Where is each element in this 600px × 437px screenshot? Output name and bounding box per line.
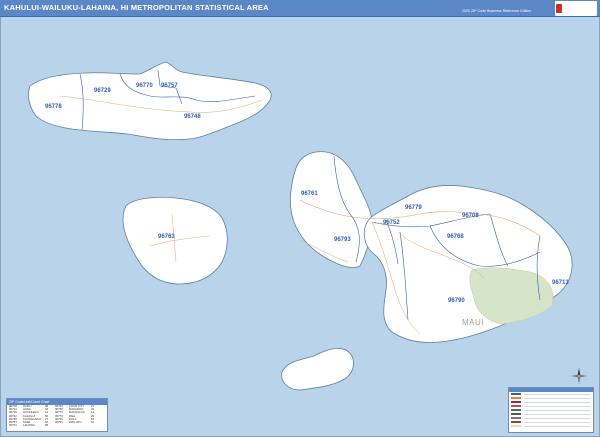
edition-text: 2020 ZIP Code Business Reference Edition xyxy=(462,9,532,13)
zip-label: 96748 xyxy=(184,114,201,120)
map-title: KAHULUI-WAILUKU-LAHAINA, HI METROPOLITAN… xyxy=(4,3,269,12)
legend-text-line xyxy=(524,405,591,407)
legend-swatch xyxy=(511,413,521,415)
table-row: 96761 LAHAINA 58 xyxy=(7,424,107,427)
legend-swatch xyxy=(511,397,521,399)
table-cell: 96761 xyxy=(9,423,17,428)
zip-label: 96779 xyxy=(405,205,422,211)
table-cell xyxy=(55,424,69,427)
legend-text-line xyxy=(524,393,591,395)
zip-label: 96708 xyxy=(462,213,479,219)
legend-swatch xyxy=(511,393,521,395)
zip-label: 96761 xyxy=(301,191,318,197)
legend-text-line xyxy=(524,397,591,399)
island-kahoolawe xyxy=(281,348,354,391)
legend-row xyxy=(509,424,593,428)
island-label-maui: MAUI xyxy=(462,318,484,327)
publisher-logo[interactable] xyxy=(555,1,597,16)
zip-label: 96757 xyxy=(161,83,178,89)
map-legend xyxy=(508,387,594,433)
zip-label: 96770 xyxy=(136,83,153,89)
legend-swatch xyxy=(511,425,521,427)
zip-label: 96790 xyxy=(448,298,465,304)
zip-label: 96752 xyxy=(383,220,400,226)
island-maui-west xyxy=(290,151,373,268)
north-arrow-icon xyxy=(571,368,587,384)
logo-mark-icon xyxy=(556,4,562,13)
legend-text-line xyxy=(524,409,591,411)
table-cell: 58 xyxy=(45,423,49,428)
legend-text-line xyxy=(524,417,591,419)
legend-text-line xyxy=(524,401,591,403)
zip-label: 96729 xyxy=(94,88,111,94)
legend-text-line xyxy=(524,425,591,427)
zip-label: 96763 xyxy=(158,234,175,240)
table-cell xyxy=(69,424,91,427)
legend-swatch xyxy=(511,401,521,403)
legend-swatch xyxy=(511,405,521,407)
island-molokai xyxy=(28,61,272,141)
zip-label: 96768 xyxy=(447,234,464,240)
map-canvas[interactable]: 96770 96757 96729 96778 96748 96761 9675… xyxy=(0,17,600,437)
zip-label: 96713 xyxy=(552,280,569,286)
legend-text-line xyxy=(524,413,591,415)
zip-label: 96778 xyxy=(45,104,62,110)
legend-swatch xyxy=(511,421,521,423)
zip-code-table: ZIP Code/Unit/Count Chart 96708 HAIKU 38 96… xyxy=(6,398,108,432)
legend-text-line xyxy=(524,421,591,423)
zip-label: 96793 xyxy=(334,237,351,243)
table-cell: LAHAINA xyxy=(23,423,35,428)
title-bar: KAHULUI-WAILUKU-LAHAINA, HI METROPOLITAN… xyxy=(0,0,600,17)
legend-swatch xyxy=(511,417,521,419)
legend-swatch xyxy=(511,409,521,411)
table-cell xyxy=(91,424,101,427)
